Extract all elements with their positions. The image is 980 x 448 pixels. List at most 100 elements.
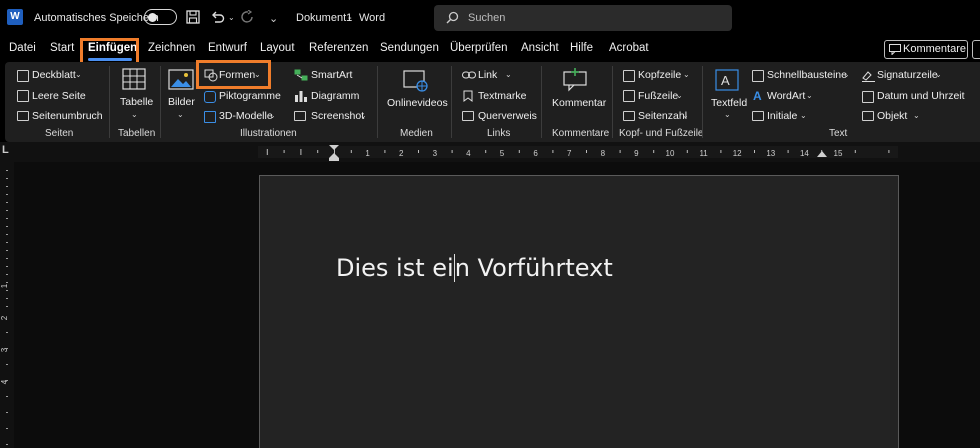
ruler-tick [6,332,8,333]
quick-access-customize-icon[interactable]: ⌄ [269,12,278,25]
chevron-down-icon[interactable]: ⌄ [843,70,850,79]
wordart-button[interactable]: WordArt [767,90,805,102]
tab-entwurf[interactable]: Entwurf [208,42,247,54]
chevron-down-icon[interactable]: ⌄ [724,110,731,119]
schnellbausteine-button[interactable]: Schnellbausteine [767,69,847,81]
group-label-kommentare: Kommentare [552,128,610,139]
save-icon[interactable] [186,10,200,24]
drop-cap-icon [752,111,764,121]
ruler-tick [6,444,8,445]
objekt-button[interactable]: Objekt [877,110,907,122]
indent-marker-icon[interactable] [328,144,340,162]
screenshot-button[interactable]: Screenshot [311,110,364,122]
ruler-tick [6,218,8,219]
kopfzeile-button[interactable]: Kopfzeile [638,69,681,81]
datum-uhrzeit-button[interactable]: Datum und Uhrzeit [877,90,965,102]
ruler-number: 1 [0,283,9,288]
link-icon [462,71,476,79]
chevron-down-icon[interactable]: ⌄ [360,111,367,120]
quick-parts-icon [752,70,764,82]
ruler-tick [552,150,554,153]
share-button[interactable] [972,40,980,59]
right-indent-marker-icon[interactable] [816,150,828,159]
object-icon [862,111,874,121]
seitenumbruch-button[interactable]: Seitenumbruch [32,110,103,122]
tab-ansicht[interactable]: Ansicht [521,42,559,54]
piktogramme-button[interactable]: Piktogramme [219,90,281,102]
tab-ueberpruefen[interactable]: Überprüfen [450,42,508,54]
blank-page-icon [17,90,29,102]
chevron-down-icon[interactable]: ⌄ [682,111,689,120]
cross-reference-icon [462,111,474,121]
chevron-down-icon[interactable]: ⌄ [913,111,920,120]
deckblatt-button[interactable]: Deckblatt [32,69,76,81]
ruler-tick [6,170,8,171]
chevron-down-icon[interactable]: ⌄ [935,70,942,79]
bookmark-icon [463,90,473,102]
group-label-kopf-fusszeile: Kopf- und Fußzeile [619,128,704,139]
tab-start[interactable]: Start [50,42,74,54]
pictures-icon [168,69,194,90]
ruler-tick [854,150,856,153]
ruler-tick [787,150,789,153]
chevron-down-icon[interactable]: ⌄ [75,70,82,79]
link-button[interactable]: Link [478,69,497,81]
undo-dropdown-icon[interactable]: ⌄ [228,13,235,22]
chevron-down-icon[interactable]: ⌄ [806,91,813,100]
undo-icon[interactable] [210,10,226,24]
ruler-number: 4 [0,379,9,384]
redo-icon[interactable] [241,10,255,24]
text-after-cursor: n Vorführtext [454,254,613,282]
cover-page-icon [17,70,29,82]
smartart-button[interactable]: SmartArt [311,69,352,81]
querverweis-button[interactable]: Querverweis [478,110,537,122]
ruler-tick [6,234,8,235]
chevron-down-icon[interactable]: ⌄ [177,110,184,119]
bilder-button[interactable]: Bilder [168,96,195,108]
kommentar-button[interactable]: Kommentar [552,97,606,109]
page-break-icon [17,111,29,121]
chevron-down-icon[interactable]: ⌄ [683,70,690,79]
tab-hilfe[interactable]: Hilfe [570,42,593,54]
textfeld-button[interactable]: Textfeld [711,97,747,109]
new-comment-icon [563,68,587,92]
tab-zeichnen[interactable]: Zeichnen [148,42,195,54]
word-logo-icon[interactable]: W [7,9,23,25]
ruler-tick [6,250,8,251]
tab-referenzen[interactable]: Referenzen [309,42,368,54]
ruler-tick [6,412,8,413]
textmarke-button[interactable]: Textmarke [478,90,526,102]
document-page[interactable] [259,175,899,448]
ruler-number: 11 [699,149,708,158]
ruler-number: 12 [733,149,742,158]
group-label-seiten: Seiten [45,128,74,139]
search-icon [446,11,459,24]
chevron-down-icon[interactable]: ⌄ [269,111,276,120]
tab-sendungen[interactable]: Sendungen [380,42,439,54]
diagramm-button[interactable]: Diagramm [311,90,359,102]
group-label-medien: Medien [400,128,433,139]
signaturzeile-button[interactable]: Signaturzeile [877,69,938,81]
chevron-down-icon[interactable]: ⌄ [676,91,683,100]
tab-datei[interactable]: Datei [9,42,36,54]
chevron-down-icon[interactable]: ⌄ [800,111,807,120]
ruler-number: 13 [766,149,775,158]
seitenzahl-button[interactable]: Seitenzahl [638,110,687,122]
onlinevideos-button[interactable]: Onlinevideos [387,97,448,109]
ruler-tick [418,150,419,153]
initiale-button[interactable]: Initiale [767,110,797,122]
group-separator [541,66,542,138]
chevron-down-icon[interactable]: ⌄ [505,70,512,79]
fusszeile-button[interactable]: Fußzeile [638,90,678,102]
tab-acrobat[interactable]: Acrobat [609,42,649,54]
tab-layout[interactable]: Layout [260,42,295,54]
3d-modelle-button[interactable]: 3D-Modelle [219,110,273,122]
document-text[interactable]: Dies ist ein Vorführtext [336,254,613,282]
chart-icon [295,91,307,102]
chevron-down-icon[interactable]: ⌄ [131,110,138,119]
leere-seite-button[interactable]: Leere Seite [32,90,86,102]
group-label-links: Links [487,128,511,139]
tabelle-button[interactable]: Tabelle [120,96,153,108]
tab-selector[interactable]: L [2,144,9,156]
autosave-toggle[interactable] [144,9,177,25]
